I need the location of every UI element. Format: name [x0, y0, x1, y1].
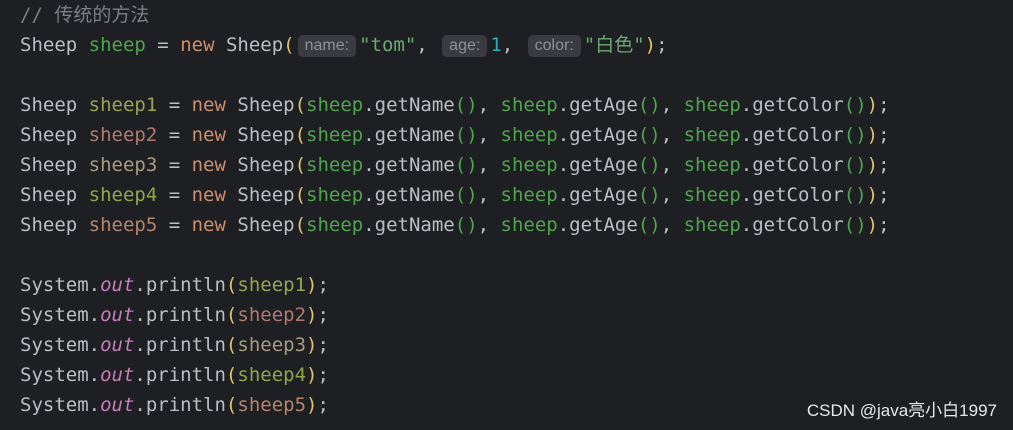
code-line-clone: Sheep sheep5 = new Sheep(sheep.getName()… — [20, 214, 890, 236]
code-line-clone: Sheep sheep4 = new Sheep(sheep.getName()… — [20, 184, 890, 206]
clone-block: Sheep sheep1 = new Sheep(sheep.getName()… — [20, 90, 1010, 240]
code-line-print: System.out.println(sheep4); — [20, 364, 329, 386]
var-token: sheep5 — [237, 394, 307, 416]
code-line-print: System.out.println(sheep1); — [20, 274, 329, 296]
var-token: sheep3 — [88, 154, 158, 176]
code-line-clone: Sheep sheep1 = new Sheep(sheep.getName()… — [20, 94, 890, 116]
code-editor[interactable]: // 传统的方法 Sheep sheep = new Sheep(name: "t… — [20, 0, 1010, 420]
code-line-new-sheep: Sheep sheep = new Sheep(name: "tom", age:… — [20, 34, 668, 57]
code-line-clone: Sheep sheep2 = new Sheep(sheep.getName()… — [20, 124, 890, 146]
var-token: sheep2 — [237, 304, 307, 326]
type-token: Sheep — [20, 34, 78, 56]
new-keyword: new — [180, 34, 215, 56]
var-token: sheep2 — [88, 124, 158, 146]
param-hint-name: name: — [297, 35, 357, 57]
var-token: sheep1 — [237, 274, 307, 296]
var-token: sheep3 — [237, 334, 307, 356]
param-hint-age: age: — [442, 35, 488, 57]
var-token: sheep4 — [88, 184, 158, 206]
param-hint-color: color: — [527, 35, 581, 57]
code-line-print: System.out.println(sheep3); — [20, 334, 329, 356]
var-token: sheep4 — [237, 364, 307, 386]
arg-age: 1 — [490, 34, 502, 56]
arg-name: "tom" — [359, 34, 417, 56]
arg-color: "白色" — [583, 34, 645, 56]
code-line-clone: Sheep sheep3 = new Sheep(sheep.getName()… — [20, 154, 890, 176]
var-token: sheep1 — [88, 94, 158, 116]
watermark: CSDN @java亮小白1997 — [806, 401, 997, 420]
var-token: sheep — [88, 34, 146, 56]
var-token: sheep5 — [88, 214, 158, 236]
code-line-print: System.out.println(sheep2); — [20, 304, 329, 326]
code-comment: // 传统的方法 — [20, 4, 150, 26]
